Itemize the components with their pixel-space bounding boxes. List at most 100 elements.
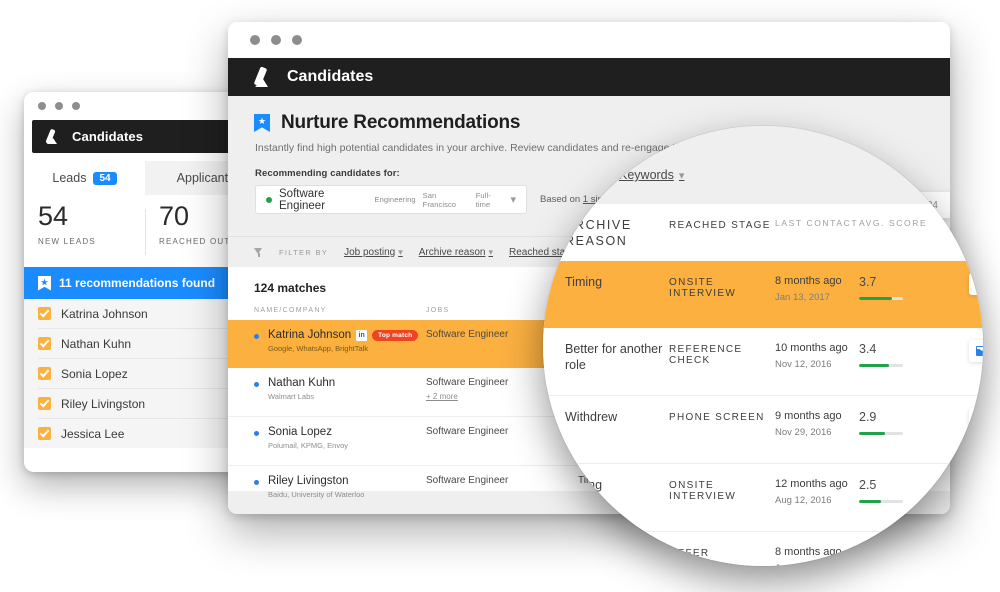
table-row[interactable]: Timing ONSITE INTERVIEW 12 months ago Au… [543, 464, 983, 533]
cell-archive-reason: Better for another role [565, 342, 663, 372]
avg-score-bar [859, 297, 903, 301]
table-row[interactable]: Better for another role REFERENCE CHECK … [543, 328, 983, 397]
cell-reached-stage: OFFER [669, 548, 710, 560]
candidate-companies: Walmart Labs [268, 392, 314, 401]
window-dot-close[interactable] [38, 102, 46, 110]
status-badge: Top match [372, 329, 419, 341]
window-dot-minimize[interactable] [271, 35, 281, 45]
candidate-companies: Polumail, KPMG, Envoy [268, 441, 349, 450]
list-item[interactable]: Riley Livingston [38, 389, 252, 419]
cell-avg-score: 3.7 [859, 275, 929, 301]
cell-last-contact: 10 months ago Nov 12, 2016 [775, 342, 859, 370]
page-title: Nurture Recommendations [281, 112, 521, 133]
col-header-avg-score: AVG. SCORE [859, 218, 928, 228]
job-select[interactable]: Software Engineer Engineering San Franci… [255, 185, 527, 214]
list-item[interactable]: Nathan Kuhn [38, 329, 252, 359]
chevron-down-icon[interactable]: ▾ [510, 193, 516, 206]
table-row[interactable]: Declined Offer OFFER 8 months ago Jan 13… [543, 532, 983, 566]
tablet-app-title: Candidates [72, 129, 144, 144]
avg-score-bar-fill [859, 364, 889, 368]
filter-job-posting-label: Job posting [344, 246, 396, 258]
table-row[interactable]: Withdrew PHONE SCREEN 9 months ago Nov 2… [543, 396, 983, 465]
checkbox-icon[interactable] [38, 307, 51, 320]
envelope-icon [975, 279, 983, 290]
avg-score-bar [859, 432, 903, 436]
tab-leads[interactable]: Leads 54 [24, 161, 145, 195]
cell-last-contact: 9 months ago Nov 29, 2016 [775, 410, 859, 438]
last-contact-date: Jan 13, 2017 [775, 292, 830, 304]
col-header-reached-stage: REACHED STAGE [669, 220, 771, 231]
filter-keywords[interactable]: Keywords ▾ [619, 168, 684, 182]
cell-reached-stage: ONSITE INTERVIEW [669, 480, 737, 503]
app-logo-icon [46, 128, 63, 145]
list-item-label: Nathan Kuhn [61, 336, 132, 351]
avg-score-value: 3.4 [859, 342, 877, 357]
candidate-name-wrap: Nathan Kuhn [268, 377, 335, 389]
list-item[interactable]: Sonia Lopez [38, 359, 252, 389]
candidate-companies: Google, WhatsApp, BrightTalk [268, 344, 369, 353]
send-email-button[interactable] [969, 273, 983, 296]
cell-last-contact: 8 months ago Jan 13, 2017 [775, 275, 859, 303]
last-contact-relative: 12 months ago [775, 478, 848, 491]
job-select-department: Engineering [374, 195, 416, 204]
filter-job-posting[interactable]: Job posting ▾ [344, 247, 403, 258]
table-row[interactable]: Timing ONSITE INTERVIEW 8 months ago Jan… [543, 261, 983, 329]
checkbox-icon[interactable] [38, 337, 51, 350]
candidate-name: Katrina Johnson [268, 329, 352, 341]
tab-leads-label: Leads [52, 171, 87, 185]
stat-new-leads-number: 54 [38, 201, 69, 231]
avg-score-value: 1.8 [859, 546, 877, 561]
checkbox-icon[interactable] [38, 367, 51, 380]
list-item[interactable]: Katrina Johnson [38, 299, 252, 329]
avg-score-value: 2.5 [859, 478, 877, 493]
magnifier-lens: Keywords ▾ ARCHIVE REASON REACHED STAGE L… [543, 126, 983, 566]
tablet-app-header: Candidates [32, 120, 258, 153]
tab-leads-badge: 54 [93, 171, 117, 185]
magnifier-content: Keywords ▾ ARCHIVE REASON REACHED STAGE L… [543, 126, 983, 566]
stat-new-leads: 54 NEW LEADS [24, 195, 145, 267]
tab-applicants-label: Applicants [176, 171, 235, 185]
list-item-label: Jessica Lee [61, 426, 125, 441]
candidate-name-wrap: Katrina Johnson in Top match [268, 329, 419, 341]
avg-score-value: 3.7 [859, 275, 877, 290]
cell-avg-score: 2.5 [859, 478, 929, 504]
desktop-app-title: Candidates [287, 68, 374, 85]
cell-reached-stage: PHONE SCREEN [669, 412, 765, 424]
cell-last-contact: 8 months ago Jan 13, 2017 [775, 546, 859, 566]
filter-keywords-label: Keywords [619, 168, 674, 182]
last-contact-relative: 10 months ago [775, 342, 848, 355]
job-select-role: Software Engineer [279, 187, 326, 212]
cell-name-company: Riley Livingston Baidu, University of Wa… [254, 475, 426, 499]
window-dot-maximize[interactable] [72, 102, 80, 110]
window-dot-minimize[interactable] [55, 102, 63, 110]
list-item[interactable]: Jessica Lee [38, 419, 252, 448]
linkedin-icon[interactable]: in [356, 329, 368, 341]
list-item-label: Sonia Lopez [61, 366, 128, 381]
status-dot-icon [254, 382, 259, 387]
last-contact-date: Nov 12, 2016 [775, 359, 832, 371]
col-header-name-company: NAME/COMPANY [254, 307, 327, 314]
chevron-down-icon: ▾ [488, 246, 493, 257]
cell-archive-reason: Declined Offer [565, 546, 645, 561]
send-email-button[interactable] [969, 408, 983, 431]
candidate-companies: Baidu, University of Waterloo [268, 490, 365, 499]
checkbox-icon[interactable] [38, 427, 51, 440]
send-email-button[interactable] [969, 340, 983, 363]
col-header-archive-reason: ARCHIVE REASON [565, 218, 632, 248]
desktop-titlebar [228, 22, 950, 58]
checkbox-icon[interactable] [38, 397, 51, 410]
bookmark-star-icon: ★ [254, 114, 270, 132]
stats-divider [145, 209, 146, 255]
filter-archive-reason-label: Archive reason [418, 246, 486, 258]
filter-archive-reason[interactable]: Archive reason ▾ [419, 247, 493, 258]
magnified-table: ARCHIVE REASON REACHED STAGE LAST CONTAC… [543, 204, 983, 566]
avg-score-bar [859, 500, 903, 504]
window-dot-maximize[interactable] [292, 35, 302, 45]
recommendations-banner-label: 11 recommendations found [59, 276, 216, 290]
cell-avg-score: 2.9 [859, 410, 929, 436]
last-contact-relative: 8 months ago [775, 275, 842, 288]
cell-avg-score: 1.8 [859, 546, 929, 566]
last-contact-date: Aug 12, 2016 [775, 495, 832, 507]
window-dot-close[interactable] [250, 35, 260, 45]
status-dot-icon [254, 480, 259, 485]
